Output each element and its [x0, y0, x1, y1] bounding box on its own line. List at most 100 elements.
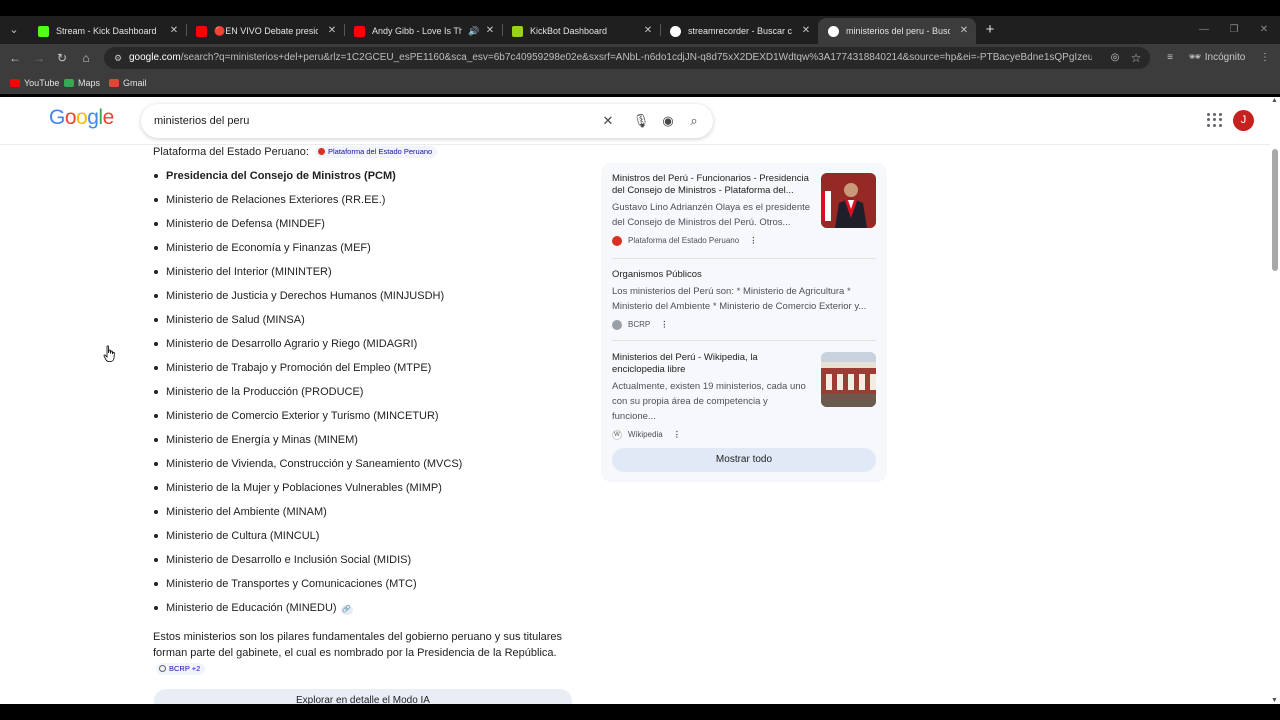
tab-search-menu-icon[interactable]: ≡ [1162, 48, 1178, 68]
close-tab-icon[interactable]: ✕ [642, 18, 654, 44]
tab-label: streamrecorder - Buscar con Google [688, 26, 792, 36]
tab-kick-dashboard[interactable]: Stream - Kick Dashboard ✕ [28, 18, 186, 44]
youtube-favicon-icon [354, 26, 365, 37]
source-title[interactable]: Ministros del Perú - Funcionarios - Pres… [612, 173, 812, 197]
source-thumbnail[interactable] [821, 352, 876, 407]
bookmark-maps[interactable]: Maps [62, 75, 100, 91]
source-chip[interactable]: Plataforma del Estado Peruano [315, 146, 438, 159]
google-logo[interactable]: Google [49, 106, 114, 130]
bookmark-youtube[interactable]: YouTube [8, 75, 59, 91]
reload-icon[interactable]: ↻ [52, 48, 72, 68]
source-card[interactable]: Ministerios del Perú - Wikipedia, la enc… [612, 352, 876, 440]
hand-cursor-icon [103, 345, 115, 362]
source-meta: Plataforma del Estado Peruano ⋮ [612, 235, 876, 246]
tab-ministerios-search[interactable]: ministerios del peru - Buscar con Google… [818, 18, 976, 44]
source-meta: BCRP ⋮ [612, 319, 876, 330]
ministry-label: Presidencia del Consejo de Ministros (PC… [166, 170, 396, 182]
ministry-label: Ministerio de Economía y Finanzas (MEF) [166, 242, 371, 254]
new-tab-button[interactable]: + [980, 18, 1000, 42]
scroll-up-icon[interactable]: ▲ [1271, 97, 1278, 104]
browser-menu-icon[interactable]: ⋮ [1258, 48, 1272, 68]
ministry-item: Ministerio de la Producción (PRODUCE) [153, 385, 462, 409]
maps-icon [64, 79, 74, 87]
answer-summary-text: Estos ministerios son los pilares fundam… [153, 631, 563, 659]
clear-search-icon[interactable]: ✕ [599, 112, 617, 130]
address-bar[interactable]: ⚙ google.com/search?q=ministerios+del+pe… [104, 47, 1150, 69]
source-snippet: Los ministerios del Perú son: * Minister… [612, 286, 867, 312]
wikipedia-icon: W [612, 430, 622, 440]
source-card[interactable]: Ministros del Perú - Funcionarios - Pres… [612, 173, 876, 246]
tab-kickbot-dashboard[interactable]: KickBot Dashboard ✕ [502, 18, 660, 44]
more-options-icon[interactable]: ⋮ [749, 235, 757, 246]
ministry-label: Ministerio de la Mujer y Poblaciones Vul… [166, 482, 442, 494]
kickbot-favicon-icon [512, 26, 523, 37]
site-info-icon[interactable]: ⚙ [112, 52, 124, 64]
lens-search-icon[interactable]: ◉ [659, 112, 677, 130]
scrollbar-thumb[interactable] [1272, 149, 1278, 271]
ministry-label: Ministerio de Comercio Exterior y Turism… [166, 410, 439, 422]
source-title[interactable]: Organismos Públicos [612, 269, 876, 281]
google-apps-icon[interactable] [1205, 111, 1223, 129]
ministry-item: Presidencia del Consejo de Ministros (PC… [153, 169, 462, 193]
source-chip[interactable]: BCRP +2 [156, 663, 206, 676]
bookmarks-bar: YouTube Maps Gmail [0, 72, 1280, 94]
avatar[interactable]: J [1233, 110, 1254, 131]
close-tab-icon[interactable]: ✕ [958, 18, 970, 44]
ministry-item: Ministerio de Desarrollo Agrario y Riego… [153, 337, 462, 361]
ministry-item: Ministerio del Interior (MININTER) [153, 265, 462, 289]
search-box[interactable]: ministerios del peru ✕ 🎙 ◉ ⌕ [141, 104, 713, 138]
url-host: google.com [129, 52, 181, 63]
source-thumbnail[interactable] [821, 173, 876, 228]
source-chip-label: Plataforma del Estado Peruano [328, 147, 433, 157]
ministries-list: Presidencia del Consejo de Ministros (PC… [153, 169, 462, 625]
ministry-item: Ministerio de Educación (MINEDU) 🔗 [153, 601, 462, 625]
bookmark-label: YouTube [24, 78, 60, 88]
source-title[interactable]: Ministerios del Perú - Wikipedia, la enc… [612, 352, 812, 376]
back-icon[interactable]: ← [5, 48, 25, 68]
tab-andy-gibb[interactable]: Andy Gibb - Love Is Thicker 🔊 ✕ [344, 18, 502, 44]
close-tab-icon[interactable]: ✕ [484, 18, 496, 44]
more-options-icon[interactable]: ⋮ [673, 429, 681, 440]
tab-debate-presidencial[interactable]: 🔴EN VIVO Debate presidencial ✕ [186, 18, 344, 44]
page-scrollbar[interactable]: ▲ ▼ [1270, 97, 1280, 704]
plataforma-site-icon [612, 236, 622, 246]
answer-intro: Plataforma del Estado Peruano: Plataform… [153, 145, 438, 159]
ministry-label: Ministerio de Energía y Minas (MINEM) [166, 434, 358, 446]
forward-icon[interactable]: → [29, 48, 49, 68]
home-icon[interactable]: ⌂ [76, 48, 96, 68]
restore-icon[interactable]: ❐ [1218, 16, 1250, 44]
window-close-icon[interactable]: ✕ [1248, 16, 1280, 44]
scroll-down-icon[interactable]: ▼ [1271, 697, 1278, 704]
source-card[interactable]: Organismos Públicos Los ministerios del … [612, 269, 876, 330]
tracking-protection-eye-icon[interactable]: ◎ [1108, 52, 1122, 64]
tab-search-icon[interactable]: ⌄ [4, 20, 24, 40]
ministry-item: Ministerio de Transportes y Comunicacion… [153, 577, 462, 601]
ministry-item: Ministerio de Cultura (MINCUL) [153, 529, 462, 553]
close-tab-icon[interactable]: ✕ [326, 18, 338, 44]
incognito-indicator[interactable]: 🕶 Incógnito [1188, 48, 1248, 68]
search-icon[interactable]: ⌕ [685, 112, 703, 130]
globe-icon [159, 665, 166, 673]
close-tab-icon[interactable]: ✕ [168, 18, 180, 44]
answer-intro-text: Plataforma del Estado Peruano: [153, 146, 309, 158]
voice-search-icon[interactable]: 🎙 [632, 112, 650, 130]
bookmark-star-icon[interactable]: ☆ [1128, 50, 1144, 66]
close-tab-icon[interactable]: ✕ [800, 18, 812, 44]
more-options-icon[interactable]: ⋮ [660, 319, 668, 330]
ministry-label: Ministerio de Salud (MINSA) [166, 314, 305, 326]
source-chip-icon [318, 148, 325, 156]
url-text[interactable]: google.com/search?q=ministerios+del+peru… [129, 47, 1092, 69]
logo-letter: G [49, 106, 65, 129]
speaker-icon[interactable]: 🔊 [468, 18, 480, 44]
minimize-icon[interactable]: — [1188, 16, 1220, 44]
youtube-icon [10, 79, 20, 87]
search-input[interactable]: ministerios del peru [154, 104, 249, 138]
tab-streamrecorder-search[interactable]: streamrecorder - Buscar con Google ✕ [660, 18, 818, 44]
tab-strip: ⌄ Stream - Kick Dashboard ✕ 🔴EN VIVO Deb… [0, 16, 1280, 44]
show-all-button[interactable]: Mostrar todo [612, 448, 876, 472]
incognito-icon: 🕶 [1188, 52, 1202, 63]
ai-mode-button[interactable]: Explorar en detalle el Modo IA [154, 689, 572, 704]
logo-letter: o [76, 106, 88, 129]
bookmark-gmail[interactable]: Gmail [107, 75, 147, 91]
link-icon[interactable]: 🔗 [340, 605, 353, 615]
